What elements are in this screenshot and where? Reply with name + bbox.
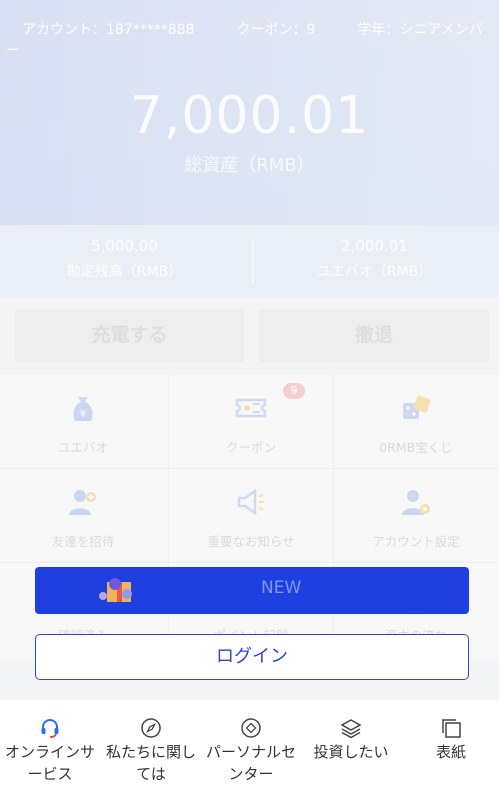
window-icon	[442, 719, 461, 738]
compass-icon	[141, 718, 161, 738]
login-button[interactable]: ログイン	[35, 634, 469, 680]
tab-label: 投資したい	[313, 743, 389, 761]
tab-label: 私たちに関しては	[105, 743, 196, 783]
tab-home[interactable]: 表紙	[401, 717, 499, 763]
tab-invest[interactable]: 投資したい	[301, 717, 401, 763]
tab-personal-center[interactable]: パーソナルセンター	[201, 717, 301, 785]
tab-label: オンラインサービス	[4, 743, 95, 783]
target-icon	[241, 718, 261, 738]
tab-about-us[interactable]: 私たちに関しては	[101, 717, 201, 785]
bottom-tab-bar: オンラインサービス 私たちに関しては パーソナルセンター 投資したい 表紙	[0, 700, 499, 798]
headset-icon	[41, 719, 59, 738]
promo-banner[interactable]: NEW	[35, 567, 469, 614]
layers-icon	[340, 719, 362, 739]
banner-text: NEW	[261, 578, 302, 598]
gift-box-icon	[99, 578, 132, 602]
tab-label: パーソナルセンター	[205, 743, 296, 783]
tab-online-service[interactable]: オンラインサービス	[0, 717, 100, 785]
tab-label: 表紙	[435, 743, 466, 761]
